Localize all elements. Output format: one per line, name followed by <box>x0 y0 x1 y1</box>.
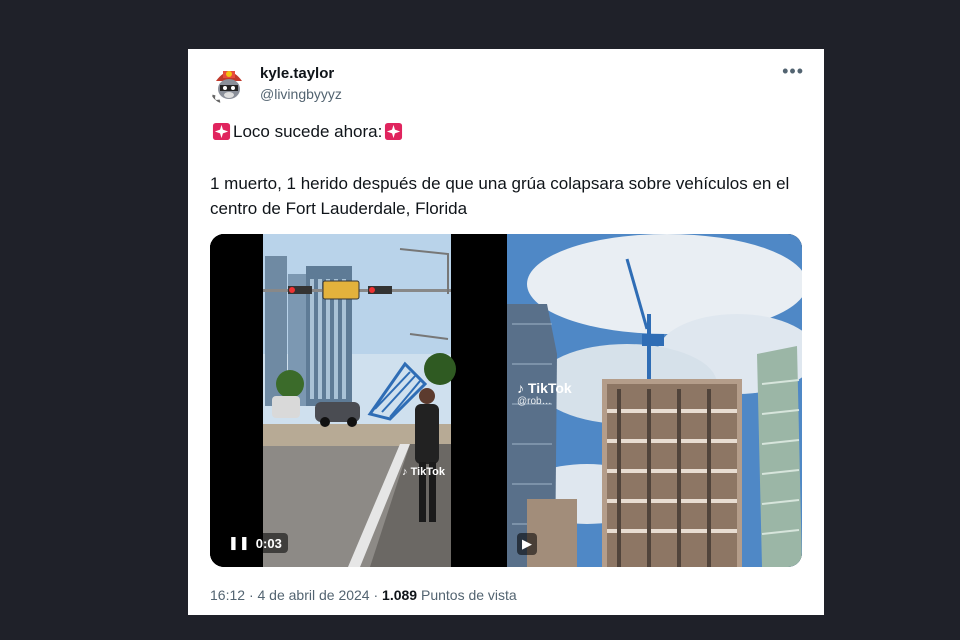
separator: · <box>248 587 258 603</box>
video-time: 0:03 <box>255 535 282 551</box>
play-icon[interactable]: ▶ <box>522 536 532 552</box>
video-right[interactable]: ♪ TikTok @rob… ▶ <box>507 234 802 567</box>
tweet-line-1: Loco sucede ahora: <box>210 119 405 144</box>
tweet-date[interactable]: 4 de abril de 2024 <box>258 587 370 603</box>
tiktok-logo-icon: ♪ <box>517 380 524 396</box>
video-controls[interactable]: ❚❚ 0:03 <box>222 533 288 553</box>
display-name[interactable]: kyle.taylor <box>260 65 334 82</box>
tweet-line-2: 1 muerto, 1 herido después de que una gr… <box>210 174 790 218</box>
video-left[interactable]: ♪ TikTok ❚❚ 0:03 <box>210 234 506 567</box>
street-scene-image <box>210 234 506 567</box>
more-options-icon[interactable]: ••• <box>782 61 804 82</box>
tiktok-user: @rob… <box>517 396 552 407</box>
media-grid[interactable]: ♪ TikTok ❚❚ 0:03 ♪ TikTok @rob… ▶ <box>210 234 802 567</box>
handle[interactable]: @livingbyyyz <box>260 86 342 102</box>
tweet-card[interactable]: kyle.taylor @livingbyyyz ••• Loco sucede… <box>188 49 824 615</box>
separator: · <box>373 587 383 603</box>
siren-emoji-icon <box>212 122 231 141</box>
siren-emoji-icon <box>385 122 403 141</box>
views-count: 1.089 <box>382 587 418 603</box>
tiktok-label: TikTok <box>410 466 445 478</box>
tiktok-watermark-left: ♪ TikTok <box>402 466 445 478</box>
tweet-footer: 16:12 · 4 de abril de 2024 · 1.089 Punto… <box>210 587 517 603</box>
avatar[interactable] <box>208 63 250 105</box>
play-control[interactable]: ▶ <box>517 533 537 555</box>
tiktok-logo-icon: ♪ <box>402 466 408 478</box>
pause-icon[interactable]: ❚❚ <box>228 535 250 551</box>
views-label: Puntos de vista <box>420 587 517 603</box>
tiktok-watermark-right: ♪ TikTok @rob… <box>517 380 572 407</box>
tiktok-label: TikTok <box>527 380 572 396</box>
tweet-line-1-text: Loco sucede ahora: <box>233 122 383 141</box>
tweet-time[interactable]: 16:12 <box>210 587 245 603</box>
